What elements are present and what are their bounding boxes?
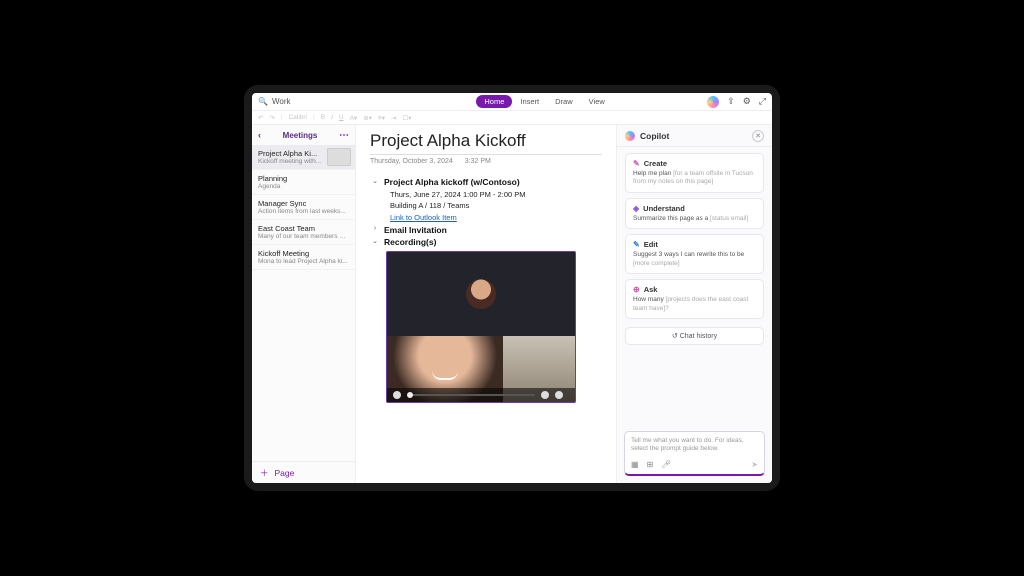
page-title: Project Alpha Kickoff [370, 131, 602, 155]
page-item-3[interactable]: East Coast Team Many of our team members… [252, 220, 355, 245]
settings-icon[interactable]: ⚙ [743, 96, 751, 107]
copilot-placeholder: Tell me what you want to do. For ideas, … [631, 437, 758, 455]
mic-icon[interactable]: 🎤︎ [661, 460, 671, 469]
copilot-card-ask[interactable]: ⊕Ask How many [projects does the east co… [625, 279, 764, 319]
participant-avatar [466, 279, 496, 309]
video-controls [387, 388, 575, 402]
cc-icon[interactable] [541, 391, 549, 399]
chat-icon: ⊕ [633, 285, 640, 294]
undo-icon[interactable]: ↶ [258, 114, 263, 122]
volume-icon[interactable] [555, 391, 563, 399]
redo-icon[interactable]: ↷ [269, 114, 274, 122]
add-page-button[interactable]: ＋ Page [252, 461, 355, 483]
format-toolbar: ↶ ↷ | Calibri | B I U A▾ ≣▾ ≡▾ ⇥ ☐▾ [252, 111, 772, 125]
meeting-where: Building A / 118 / Teams [390, 200, 602, 211]
page-item-0[interactable]: Project Alpha Ki... Kickoff meeting with… [252, 145, 355, 170]
bulb-icon: ◈ [633, 204, 639, 213]
page-datetime: Thursday, October 3, 2024 3:32 PM [370, 158, 602, 165]
search-input[interactable] [272, 97, 382, 106]
email-invitation: Email Invitation [384, 225, 447, 235]
tab-draw[interactable]: Draw [547, 95, 581, 108]
plus-icon: ＋ [260, 467, 269, 479]
pencil-icon: ✎ [633, 240, 640, 249]
tab-view[interactable]: View [581, 95, 613, 108]
app-screen: 🔍 Home Insert Draw View ⇪ ⚙ ⤢ ↶ ↷ | Cali… [252, 93, 772, 483]
share-icon[interactable]: ⇪ [727, 96, 735, 107]
chevron-down-icon[interactable]: ⌄ [370, 237, 380, 245]
numbering-icon[interactable]: ≡▾ [378, 114, 385, 122]
main-area: ‹ Meetings ⋯ Project Alpha Ki... Kickoff… [252, 125, 772, 483]
copilot-panel: Copilot ✕ ✎Create Help me plan [for a te… [616, 125, 772, 483]
page-time: 3:32 PM [465, 158, 491, 165]
tab-insert[interactable]: Insert [512, 95, 547, 108]
close-icon[interactable]: ✕ [752, 130, 764, 142]
page-item-4[interactable]: Kickoff Meeting Mona to lead Project Alp… [252, 245, 355, 270]
chevron-down-icon[interactable]: ⌄ [370, 177, 380, 185]
recording-top-tile [387, 252, 575, 336]
progress-bar[interactable] [407, 394, 535, 396]
tab-home[interactable]: Home [476, 95, 512, 108]
bold-icon[interactable]: B [321, 114, 325, 121]
page-sidebar: ‹ Meetings ⋯ Project Alpha Ki... Kickoff… [252, 125, 356, 483]
page-thumb [327, 148, 351, 166]
play-icon[interactable] [393, 391, 401, 399]
copilot-card-create[interactable]: ✎Create Help me plan [for a team offsite… [625, 153, 764, 193]
page-item-2[interactable]: Manager Sync Action items from last week… [252, 195, 355, 220]
recordings-heading: Recording(s) [384, 237, 436, 247]
chevron-right-icon[interactable]: › [370, 225, 380, 232]
back-icon[interactable]: ‹ [258, 130, 261, 140]
copilot-card-understand[interactable]: ◈Understand Summarize this page as a [st… [625, 198, 764, 229]
section-title: Meetings [283, 131, 318, 140]
pencil-icon: ✎ [633, 159, 640, 168]
bullets-icon[interactable]: ≣▾ [363, 114, 372, 122]
page-list: Project Alpha Ki... Kickoff meeting with… [252, 145, 355, 461]
copilot-input[interactable]: Tell me what you want to do. For ideas, … [624, 431, 765, 476]
prompt-guide-icon[interactable]: ▦ [631, 460, 639, 469]
grid-icon[interactable]: ⊞ [647, 460, 654, 469]
copilot-logo-icon [625, 131, 635, 141]
note-content[interactable]: Project Alpha Kickoff Thursday, October … [356, 125, 616, 483]
top-right-icons: ⇪ ⚙ ⤢ [707, 96, 766, 108]
highlight-icon[interactable]: A▾ [350, 114, 358, 122]
copilot-icon[interactable] [707, 96, 719, 108]
copilot-title: Copilot [640, 131, 669, 141]
tablet-frame: 🔍 Home Insert Draw View ⇪ ⚙ ⤢ ↶ ↷ | Cali… [244, 85, 780, 491]
recording-embed[interactable] [386, 251, 576, 403]
fullscreen-icon[interactable]: ⤢ [759, 96, 766, 107]
underline-icon[interactable]: U [339, 114, 344, 121]
sidebar-header: ‹ Meetings ⋯ [252, 125, 355, 145]
ribbon-tabs: Home Insert Draw View [386, 95, 703, 108]
page-item-1[interactable]: Planning Agenda [252, 170, 355, 195]
add-page-label: Page [275, 468, 295, 478]
indent-icon[interactable]: ⇥ [391, 114, 396, 122]
send-icon[interactable]: ➤ [751, 460, 758, 469]
font-name[interactable]: Calibri [289, 114, 307, 121]
outlook-link[interactable]: Link to Outlook Item [390, 213, 457, 222]
copilot-card-edit[interactable]: ✎Edit Suggest 3 ways I can rewrite this … [625, 234, 764, 274]
top-bar: 🔍 Home Insert Draw View ⇪ ⚙ ⤢ [252, 93, 772, 111]
meeting-when: Thurs, June 27, 2024 1:00 PM - 2:00 PM [390, 189, 602, 200]
sidebar-more-icon[interactable]: ⋯ [339, 130, 349, 141]
tag-icon[interactable]: ☐▾ [402, 114, 411, 122]
copilot-suggestions: ✎Create Help me plan [for a team offsite… [617, 147, 772, 325]
history-icon: ↺ [672, 333, 680, 340]
chat-history-button[interactable]: ↺ Chat history [625, 327, 764, 345]
search-icon: 🔍 [258, 97, 268, 106]
italic-icon[interactable]: I [331, 114, 333, 121]
meeting-heading: Project Alpha kickoff (w/Contoso) [384, 177, 520, 187]
page-date: Thursday, October 3, 2024 [370, 158, 453, 165]
